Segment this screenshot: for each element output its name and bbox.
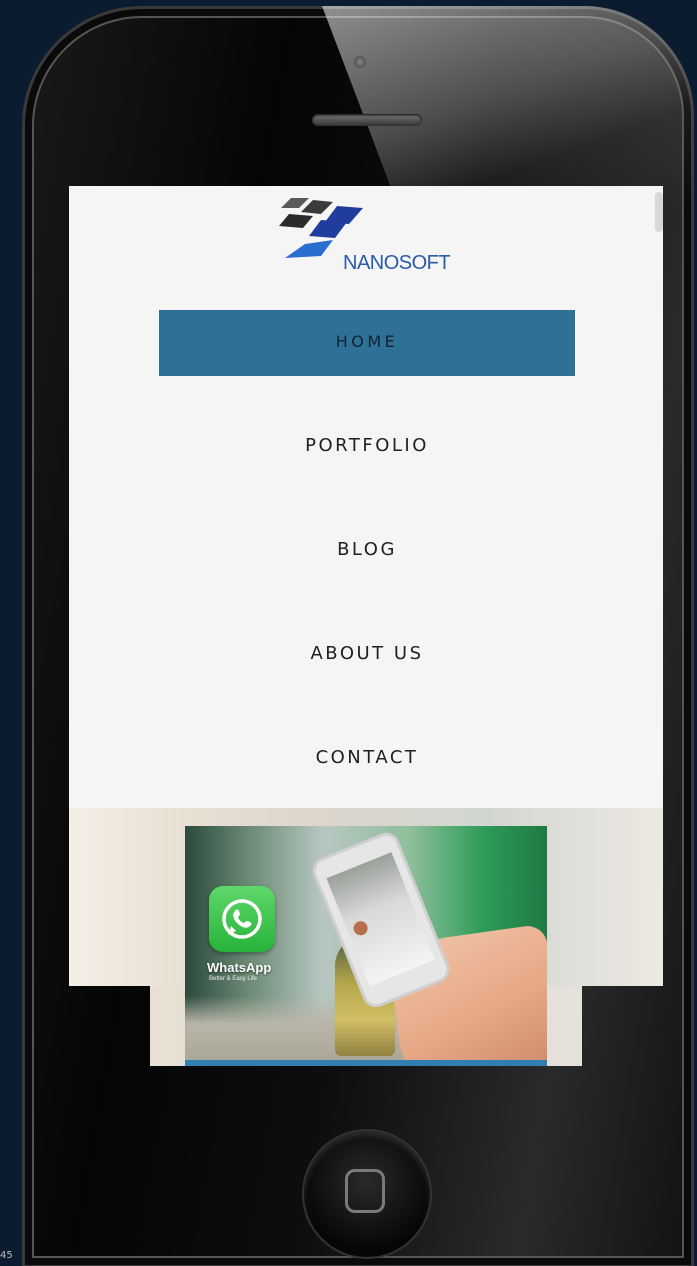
nav-item-portfolio[interactable]: PORTFOLIO: [159, 414, 575, 480]
whatsapp-tagline: Better & Easy Life: [209, 976, 258, 982]
phone-glare: [322, 6, 694, 206]
home-square-icon: [345, 1169, 385, 1213]
nav-item-blog[interactable]: BLOG: [159, 518, 575, 584]
whatsapp-icon: [209, 886, 275, 952]
nav-item-contact[interactable]: CONTACT: [159, 726, 575, 792]
speaker-icon: [312, 114, 422, 126]
camera-icon: [354, 56, 366, 68]
main-nav: HOME PORTFOLIO BLOG ABOUT US CONTACT: [159, 310, 575, 830]
phone-screen: NANOSOFT HOME PORTFOLIO BLOG ABOUT US CO…: [69, 186, 663, 808]
corner-mark: 45: [0, 1250, 13, 1261]
nav-item-about-us[interactable]: ABOUT US: [159, 622, 575, 688]
hero-accent-bar: [185, 1060, 547, 1066]
nanosoft-logo[interactable]: NANOSOFT: [275, 196, 465, 276]
home-button-icon[interactable]: [304, 1131, 430, 1257]
brand-name: NANOSOFT: [343, 252, 451, 274]
hero-image[interactable]: WhatsApp Better & Easy Life: [185, 826, 547, 1066]
stage: 45 NANOSOFT HOME PORTFOLIO BLOG ABOUT US…: [0, 0, 697, 1266]
smartphone-illustration: [308, 828, 454, 1012]
nav-item-home[interactable]: HOME: [159, 310, 575, 376]
scrollbar[interactable]: [655, 192, 663, 232]
whatsapp-title: WhatsApp: [207, 960, 272, 975]
